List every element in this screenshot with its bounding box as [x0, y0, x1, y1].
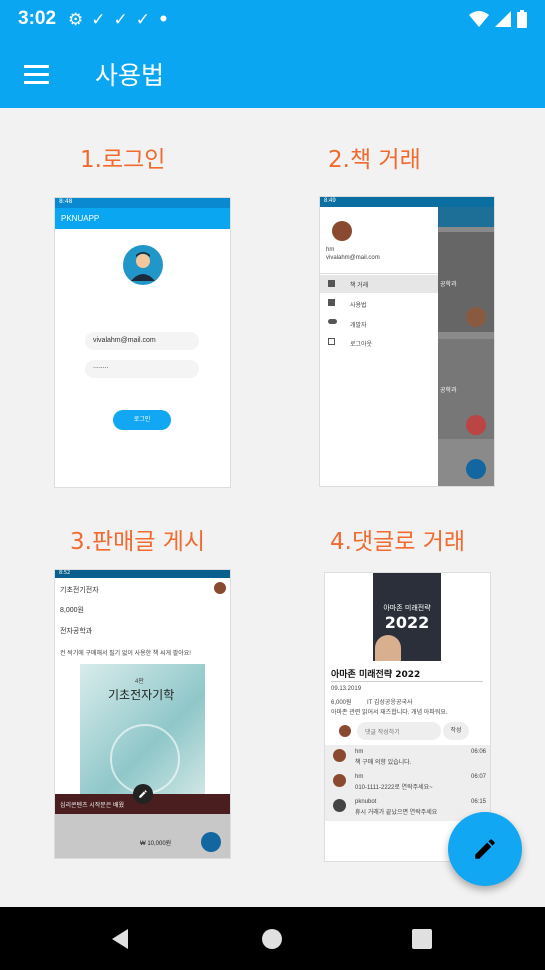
status-bar: 3:02 ⚙✓✓✓• — [0, 0, 545, 40]
nav-drawer: hm vivalahm@mail.com 책 거래 사용법 개발자 로그아웃 — [320, 207, 438, 486]
compose-button[interactable] — [448, 812, 522, 886]
signal-icon — [495, 11, 511, 27]
caption-text: 심리콘텐츠 시작문은 배웠 — [60, 803, 125, 809]
comment-author: pknubot — [355, 799, 377, 805]
comment-text: 책 구매 의향 있습니다. — [355, 760, 412, 766]
mini-status-time: 8:48 — [59, 198, 73, 205]
drawer-item-trade[interactable]: 책 거래 — [320, 275, 438, 293]
avatar — [333, 799, 346, 812]
post-price: 6,000원 — [331, 700, 352, 706]
post-dept: 전자공학과 — [60, 628, 93, 635]
price-label: ₩ 10,000원 — [140, 841, 172, 847]
divider — [320, 273, 438, 274]
mini-status-bar — [320, 197, 494, 207]
status-indicators — [469, 10, 527, 28]
cover-title: 아마존 미래전략 — [383, 604, 431, 612]
avatar — [339, 725, 351, 737]
drawer-user-name: hm — [326, 247, 335, 253]
comment-author: hm — [355, 749, 364, 755]
drawer-item-logout[interactable]: 로그아웃 — [350, 339, 372, 348]
comment-time: 06:07 — [471, 774, 487, 780]
comment-list: hm 책 구매 의향 있습니다. 06:06 hm 010-1111-2222로… — [325, 745, 490, 821]
menu-icon[interactable] — [12, 50, 60, 98]
fab-mini — [466, 459, 486, 479]
status-time: 3:02 — [18, 8, 57, 29]
avatar — [333, 749, 346, 762]
app-bar: 사용법 — [0, 40, 545, 108]
avatar — [214, 582, 226, 594]
drawer-item-howto[interactable]: 사용법 — [350, 300, 367, 309]
mini-status-time: 8:49 — [324, 198, 336, 204]
page-title: 사용법 — [95, 61, 165, 90]
avatar — [332, 221, 352, 241]
comment-author: hm — [355, 774, 364, 780]
avatar — [333, 774, 346, 787]
drawer-user-email: vivalahm@mail.com — [326, 255, 380, 261]
home-icon[interactable] — [258, 925, 286, 953]
trade-screenshot[interactable]: 8:49 공학과 공학과 hm vivalahm@mail.com 책 거래 사… — [319, 196, 495, 487]
avatar — [123, 245, 163, 285]
book-card-2-label: 공학과 — [440, 388, 457, 394]
mini-status-time: 8:52 — [59, 570, 71, 576]
book-cover-image: 4판 기초전자기학 — [80, 664, 205, 794]
comment-time: 06:15 — [471, 799, 487, 805]
post-title: 기초전기전자 — [60, 587, 99, 594]
system-nav-bar — [0, 907, 545, 970]
section-title-post: 3.판매글 게시 — [70, 529, 206, 555]
comment-submit-button[interactable]: 작성 — [443, 722, 469, 740]
login-screenshot[interactable]: 8:48 PKNUAPP vivalahm@mail.com ........ … — [54, 197, 231, 488]
book-title: 아마존 미래전략 2022 — [331, 670, 421, 680]
email-field[interactable]: vivalahm@mail.com — [85, 332, 199, 350]
recents-icon[interactable] — [408, 925, 436, 953]
section-title-trade: 2.책 거래 — [328, 147, 421, 173]
login-button[interactable]: 로그인 — [113, 410, 171, 430]
post-dept: IT 김성공응공국사 — [367, 700, 413, 706]
comment-text: 휴시 거래가 끝났으면 연락주세요 — [355, 810, 438, 816]
comment-input[interactable]: 댓글 작성하기 — [357, 722, 441, 740]
edit-button[interactable] — [133, 784, 153, 804]
section-title-comment: 4.댓글로 거래 — [330, 529, 466, 555]
comment-text: 010-1111-2222로 연락주세요~ — [355, 785, 433, 791]
mini-status-bar: 8:48 — [55, 198, 230, 208]
cover-year: 2022 — [384, 613, 430, 632]
post-desc: 컨 싹기에 구매해서 필기 없이 사용한 책 씨게 팔아요! — [60, 651, 191, 657]
seller-avatar — [466, 415, 486, 435]
post-date: 09.13.2019 — [331, 686, 362, 692]
logout-icon — [328, 338, 335, 345]
pencil-icon — [475, 839, 495, 859]
password-field[interactable]: ........ — [85, 360, 199, 378]
author-photo — [375, 635, 401, 661]
post-screenshot[interactable]: 8:52 기초전기전자 8,000원 전자공학과 컨 싹기에 구매해서 필기 없… — [54, 569, 231, 859]
section-title-login: 1.로그인 — [80, 147, 166, 173]
back-icon[interactable] — [106, 925, 134, 953]
comment-time: 06:06 — [471, 749, 487, 755]
seller-avatar — [466, 307, 486, 327]
drawer-item-developer[interactable]: 개발자 — [350, 320, 367, 329]
mini-app-bar: PKNUAPP — [55, 208, 230, 229]
wifi-icon — [469, 11, 489, 27]
mini-status-bar: 8:52 — [55, 570, 230, 578]
divider — [331, 681, 483, 682]
book-cover-title: 기초전자기학 — [108, 688, 175, 702]
help-icon — [328, 299, 335, 306]
user-icon — [131, 252, 155, 281]
book-edition: 4판 — [135, 679, 144, 685]
people-icon — [328, 319, 337, 324]
mini-app-bar — [438, 207, 494, 227]
fab-mini — [201, 832, 221, 852]
book-card-1-label: 공학과 — [440, 282, 457, 288]
post-price: 8,000원 — [60, 607, 84, 614]
notification-icons: ⚙✓✓✓• — [68, 10, 177, 30]
post-desc: 아마존 관련 읽어서 재즈합니다. 개념 아파워요. — [331, 710, 448, 716]
book-icon — [328, 280, 335, 287]
pencil-icon — [139, 790, 147, 798]
battery-icon — [517, 10, 527, 28]
book-cover-image: 아마존 미래전략 2022 — [373, 573, 441, 661]
screen: 3:02 ⚙✓✓✓• 사용법 1.로그인 2.책 거래 3.판매글 게시 4.댓… — [0, 0, 545, 970]
